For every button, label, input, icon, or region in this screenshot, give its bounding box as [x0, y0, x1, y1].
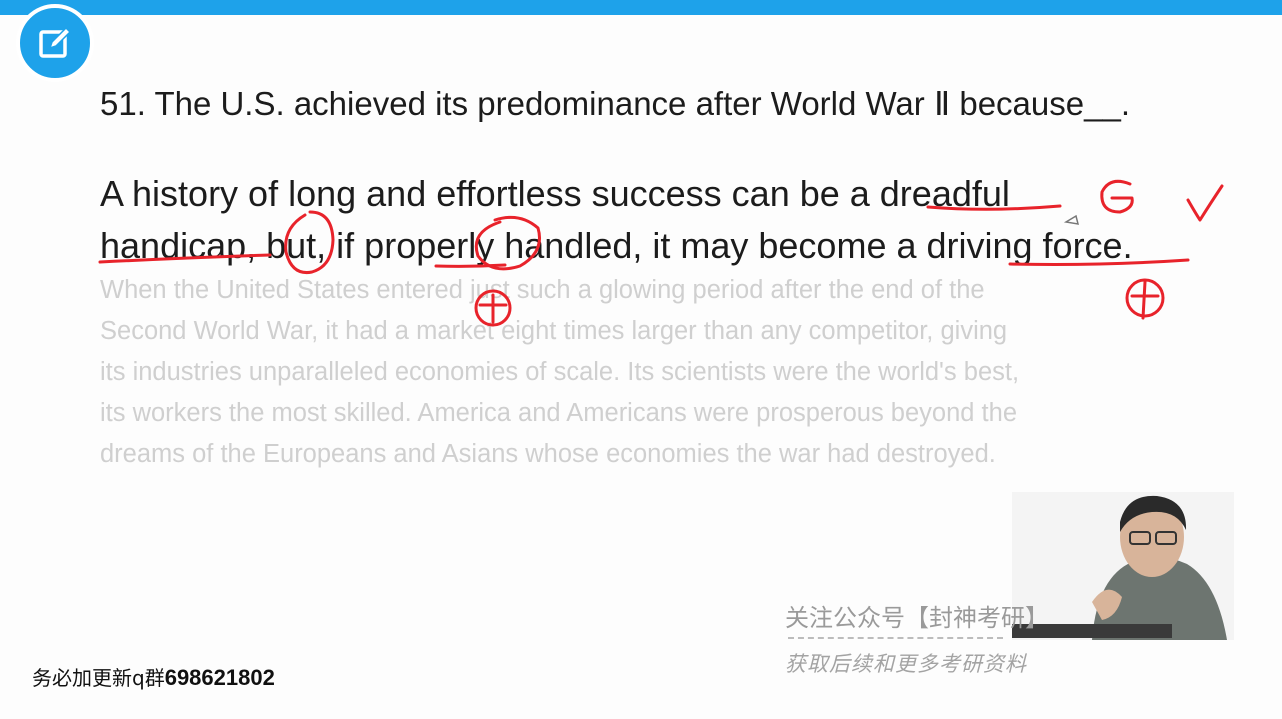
- footer-group-note: 务必加更新q群698621802: [32, 662, 275, 691]
- watermark-materials: 获取后续和更多考研资料: [785, 652, 1027, 676]
- passage-line: its industries unparalleled economies of…: [100, 358, 1020, 386]
- passage-line: dreams of the Europeans and Asians whose…: [100, 440, 996, 468]
- question-title: 51. The U.S. achieved its predominance a…: [100, 85, 1130, 122]
- footer-group-number: 698621802: [164, 665, 275, 690]
- key-sentence-line-2: handicap, but, if properly handled, it m…: [100, 225, 1133, 266]
- passage-text: When the United States entered just such…: [100, 270, 1210, 475]
- passage-line: Second World War, it had a market eight …: [100, 317, 1008, 345]
- edit-note-icon: [16, 4, 94, 82]
- passage-line: its workers the most skilled. America an…: [100, 399, 1018, 427]
- watermark-divider: [788, 637, 1003, 639]
- passage-line: When the United States entered just such…: [100, 276, 985, 304]
- key-sentence: A history of long and effortless success…: [100, 168, 1230, 272]
- watermark-follow: 关注公众号【封神考研】: [785, 604, 1049, 632]
- key-sentence-line-1: A history of long and effortless success…: [100, 173, 1010, 214]
- footer-prefix: 务必加更新q群: [32, 666, 165, 690]
- top-accent-bar: [0, 0, 1282, 15]
